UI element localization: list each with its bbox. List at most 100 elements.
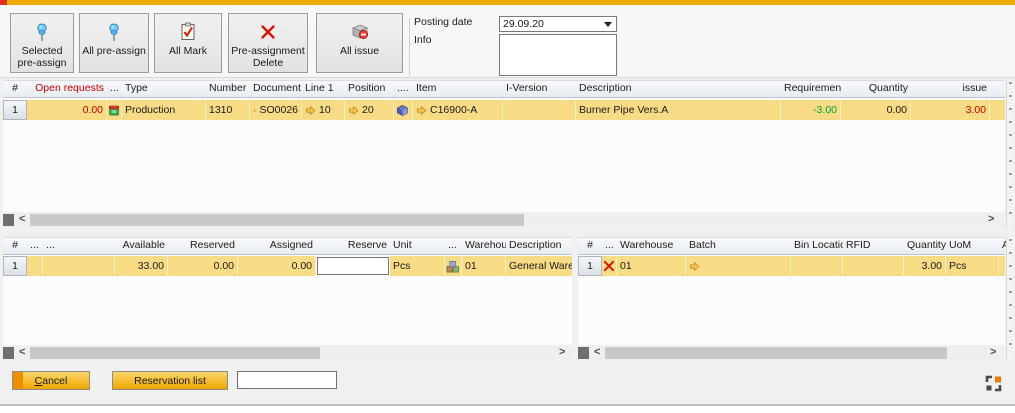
main-col-iversion: I-Version: [503, 80, 576, 98]
main-cell-iversion: [503, 100, 576, 120]
production-icon: [108, 104, 120, 117]
toolbar-button-label: All pre-assign: [82, 45, 146, 57]
main-hscrollbar[interactable]: < >: [3, 213, 1005, 227]
all-preassign-button[interactable]: All pre-assign: [79, 13, 149, 73]
main-cell-document[interactable]: SO0026: [250, 100, 302, 120]
pin-icon: [104, 21, 124, 43]
cancel-button-label: Cancel: [35, 375, 68, 387]
alloc-cell-delete[interactable]: [602, 256, 617, 276]
reservation-list-button-label: Reservation list: [134, 375, 206, 387]
reservation-window: Selected pre-assign All pre-assign All M…: [0, 0, 1015, 413]
main-vscrollbar[interactable]: [1006, 80, 1014, 227]
scrollbar-corner-block[interactable]: [578, 347, 589, 359]
link-arrow-icon: [348, 105, 359, 116]
main-col-item: Item: [413, 80, 503, 98]
warehouse-icon: [446, 260, 460, 273]
main-col-description: Description: [576, 80, 781, 98]
stock-col-available: Available: [115, 237, 168, 255]
posting-date-combo[interactable]: 29.09.20: [499, 16, 617, 32]
position-link[interactable]: 20: [362, 104, 374, 116]
main-col-issue: issue: [911, 80, 990, 98]
alloc-col-batch: Batch: [686, 237, 791, 255]
checklist-icon: [178, 21, 198, 43]
stock-col-dots3: ...: [445, 237, 462, 255]
main-cell-position[interactable]: 20: [345, 100, 394, 120]
issue-box-icon: [350, 21, 370, 43]
stock-hscrollbar[interactable]: < >: [3, 346, 572, 360]
alloc-row-header[interactable]: 1: [578, 256, 602, 276]
stock-col-reserved: Reserved: [168, 237, 238, 255]
stock-cell-available: 33.00: [115, 256, 168, 276]
stock-cell-warehouse: 01: [462, 256, 506, 276]
all-mark-button[interactable]: All Mark: [154, 13, 222, 73]
scroll-left-icon[interactable]: <: [19, 346, 25, 360]
main-col-position: Position: [345, 80, 394, 98]
alloc-col-warehouse: Warehouse: [617, 237, 686, 255]
alloc-cell-filler: [999, 256, 1005, 276]
alloc-cell-quantity: 3.00: [904, 256, 946, 276]
stock-col-reserve: Reserve: [316, 237, 390, 255]
alloc-cell-bin-location: [791, 256, 843, 276]
resize-grip-icon[interactable]: [985, 375, 1002, 392]
pin-icon: [32, 21, 52, 43]
stock-col-warehouse: Warehouse: [462, 237, 506, 255]
info-textarea[interactable]: [499, 34, 617, 76]
alloc-vscrollbar[interactable]: [1006, 237, 1014, 360]
item-cube-icon: [396, 104, 409, 117]
scrollbar-thumb[interactable]: [605, 347, 947, 359]
main-cell-issue: 3.00: [911, 100, 990, 120]
document-link[interactable]: SO0026: [259, 104, 298, 116]
reserve-quantity-input[interactable]: [317, 257, 389, 275]
stock-cell-dots1: [27, 256, 43, 276]
line1-link[interactable]: 10: [319, 104, 331, 116]
alloc-hscrollbar[interactable]: < >: [578, 346, 1005, 360]
stock-col-description: Description: [506, 237, 572, 255]
alloc-col-bin-location: Bin Location: [791, 237, 843, 255]
info-label: Info: [414, 34, 432, 46]
link-arrow-icon: [253, 105, 256, 116]
stock-col-assigned: Assigned: [238, 237, 316, 255]
preassignment-delete-button[interactable]: Pre-assignment Delete: [228, 13, 308, 73]
stock-cell-assigned: 0.00: [238, 256, 316, 276]
alloc-col-quantity: Quantity: [904, 237, 946, 255]
scroll-left-icon[interactable]: <: [594, 346, 600, 360]
scrollbar-corner-block[interactable]: [3, 347, 14, 359]
scrollbar-dots: [1009, 239, 1012, 356]
footer-input[interactable]: [237, 371, 337, 389]
scrollbar-thumb[interactable]: [30, 347, 320, 359]
scroll-right-icon[interactable]: >: [990, 346, 996, 360]
main-cell-open-requests: 0.00: [27, 100, 107, 120]
stock-col-dots2: ...: [43, 237, 115, 255]
alloc-cell-batch[interactable]: [686, 256, 791, 276]
scrollbar-corner-block[interactable]: [3, 214, 14, 226]
scroll-left-icon[interactable]: <: [19, 213, 25, 227]
scrollbar-thumb[interactable]: [30, 214, 524, 226]
toolbar-separator: [409, 18, 410, 76]
scroll-right-icon[interactable]: >: [988, 213, 994, 227]
main-col-dots2: ....: [394, 80, 413, 98]
selected-preassign-button[interactable]: Selected pre-assign: [10, 13, 74, 73]
main-col-dots: ...: [107, 80, 122, 98]
link-arrow-icon: [305, 105, 316, 116]
reservation-list-button[interactable]: Reservation list: [112, 371, 228, 390]
page-background: [0, 406, 1015, 413]
main-col-requirement: Requirement: [781, 80, 841, 98]
scrollbar-dots: [1009, 82, 1012, 222]
chevron-down-icon: [604, 22, 612, 27]
stock-col-unit: Unit: [390, 237, 445, 255]
scroll-right-icon[interactable]: >: [559, 346, 565, 360]
all-issue-button[interactable]: All issue: [316, 13, 403, 73]
toolbar-button-label: Selected pre-assign: [11, 45, 73, 69]
stock-row-header[interactable]: 1: [3, 256, 27, 276]
delete-x-icon: [258, 21, 278, 43]
toolbar: Selected pre-assign All pre-assign All M…: [0, 5, 1015, 78]
main-row-header[interactable]: 1: [3, 100, 27, 120]
stock-cell-description: General Warehouse: [506, 256, 572, 276]
main-cell-line1[interactable]: 10: [302, 100, 345, 120]
item-link[interactable]: C16900-A: [430, 104, 477, 116]
cancel-button[interactable]: Cancel: [12, 371, 90, 390]
stock-cell-warehouse-icon: [445, 256, 462, 276]
main-col-document: Document: [250, 80, 302, 98]
toolbar-button-label: All issue: [340, 45, 379, 57]
main-cell-item[interactable]: C16900-A: [413, 100, 503, 120]
